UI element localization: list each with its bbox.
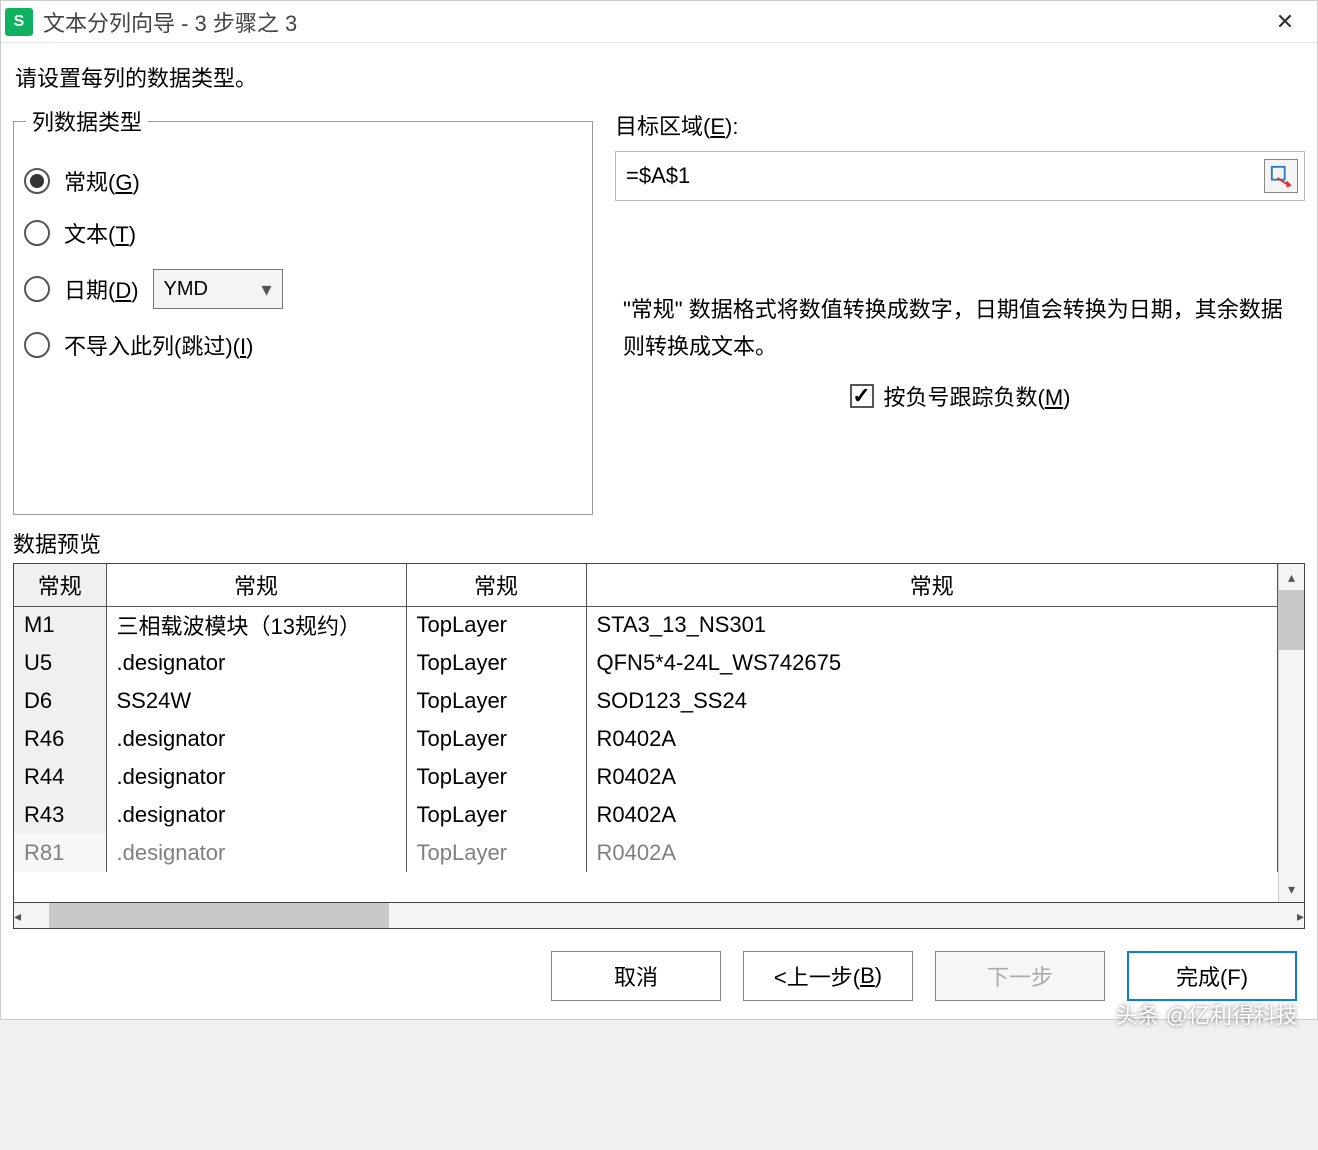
table-row: R43 .designator TopLayer R0402A	[14, 796, 1278, 834]
right-column: 目标区域(E): "常规" 数据格式将数值转换成数字，日期值会转换为日期，其余数…	[615, 105, 1305, 515]
column-header[interactable]: 常规	[14, 564, 106, 606]
column-header[interactable]: 常规	[406, 564, 586, 606]
radio-icon[interactable]	[24, 332, 50, 358]
radio-icon[interactable]	[24, 220, 50, 246]
radio-label-skip: 不导入此列(跳过)(I)	[64, 329, 253, 361]
preview-box: 常规 常规 常规 常规 M1 三相载波模块（13规约） TopLayer	[13, 563, 1305, 903]
scroll-down-icon[interactable]: ▾	[1279, 876, 1304, 902]
negative-tracking-checkbox-row[interactable]: ✓ 按负号跟踪负数(M)	[615, 380, 1305, 412]
radio-icon[interactable]	[24, 276, 50, 302]
preview-table-area[interactable]: 常规 常规 常规 常规 M1 三相载波模块（13规约） TopLayer	[14, 564, 1278, 902]
radio-icon[interactable]	[24, 168, 50, 194]
column-header[interactable]: 常规	[106, 564, 406, 606]
radio-label-text: 文本(T)	[64, 217, 136, 249]
group-legend: 列数据类型	[26, 105, 148, 137]
next-button: 下一步	[935, 951, 1105, 1001]
scroll-right-icon[interactable]: ▸	[1297, 903, 1304, 929]
window-title: 文本分列向导 - 3 步骤之 3	[43, 6, 1257, 38]
column-data-type-group: 列数据类型 常规(G) 文本(T) 日期(D) YMD	[13, 105, 593, 515]
table-row: R44 .designator TopLayer R0402A	[14, 758, 1278, 796]
radio-label-general: 常规(G)	[64, 165, 140, 197]
radio-text[interactable]: 文本(T)	[24, 207, 584, 259]
date-format-select[interactable]: YMD	[153, 269, 283, 309]
checkbox-label: 按负号跟踪负数(M)	[884, 380, 1071, 412]
select-value: YMD	[164, 278, 208, 301]
scroll-track[interactable]	[21, 903, 1297, 928]
radio-general[interactable]: 常规(G)	[24, 155, 584, 207]
table-row: U5 .designator TopLayer QFN5*4-24L_WS742…	[14, 644, 1278, 682]
range-picker-button[interactable]	[1264, 159, 1298, 193]
table-row: D6 SS24W TopLayer SOD123_SS24	[14, 682, 1278, 720]
preview-table: 常规 常规 常规 常规 M1 三相载波模块（13规约） TopLayer	[14, 564, 1278, 872]
back-button[interactable]: <上一步(B)	[743, 951, 913, 1001]
table-row: M1 三相载波模块（13规约） TopLayer STA3_13_NS301	[14, 606, 1278, 644]
target-range-input-wrap	[615, 151, 1305, 201]
dialog-content: 请设置每列的数据类型。 列数据类型 常规(G) 文本(T) 日期(D) YMD	[1, 43, 1317, 1019]
preview-section: 数据预览 常规 常规 常规 常规	[13, 527, 1305, 937]
wizard-dialog: S 文本分列向导 - 3 步骤之 3 ✕ 请设置每列的数据类型。 列数据类型 常…	[0, 0, 1318, 1020]
radio-skip[interactable]: 不导入此列(跳过)(I)	[24, 319, 584, 371]
preview-header-row: 常规 常规 常规 常规	[14, 564, 1278, 606]
table-row: R81 .designator TopLayer R0402A	[14, 834, 1278, 872]
scroll-thumb[interactable]	[1279, 590, 1304, 650]
scroll-up-icon[interactable]: ▴	[1279, 564, 1304, 590]
scroll-track[interactable]	[1279, 590, 1304, 876]
finish-button[interactable]: 完成(F)	[1127, 951, 1297, 1001]
checkbox-icon[interactable]: ✓	[850, 384, 874, 408]
cancel-button[interactable]: 取消	[551, 951, 721, 1001]
close-button[interactable]: ✕	[1257, 1, 1313, 43]
column-header[interactable]: 常规	[586, 564, 1278, 606]
horizontal-scrollbar[interactable]: ◂ ▸	[13, 903, 1305, 929]
table-row: R46 .designator TopLayer R0402A	[14, 720, 1278, 758]
radio-label-date: 日期(D)	[64, 273, 139, 305]
dialog-button-row: 取消 <上一步(B) 下一步 完成(F)	[13, 937, 1305, 1007]
radio-date[interactable]: 日期(D) YMD	[24, 259, 584, 319]
instruction-text: 请设置每列的数据类型。	[13, 61, 1305, 93]
titlebar: S 文本分列向导 - 3 步骤之 3 ✕	[1, 1, 1317, 43]
preview-label: 数据预览	[13, 527, 1305, 559]
vertical-scrollbar[interactable]: ▴ ▾	[1278, 564, 1304, 902]
format-hint-text: "常规" 数据格式将数值转换成数字，日期值会转换为日期，其余数据则转换成文本。	[615, 291, 1305, 366]
target-range-label: 目标区域(E):	[615, 109, 1305, 141]
range-picker-icon	[1270, 165, 1292, 187]
target-range-input[interactable]	[622, 159, 1258, 193]
scroll-thumb[interactable]	[49, 903, 389, 928]
scroll-left-icon[interactable]: ◂	[14, 903, 21, 929]
app-logo-icon: S	[5, 8, 33, 36]
